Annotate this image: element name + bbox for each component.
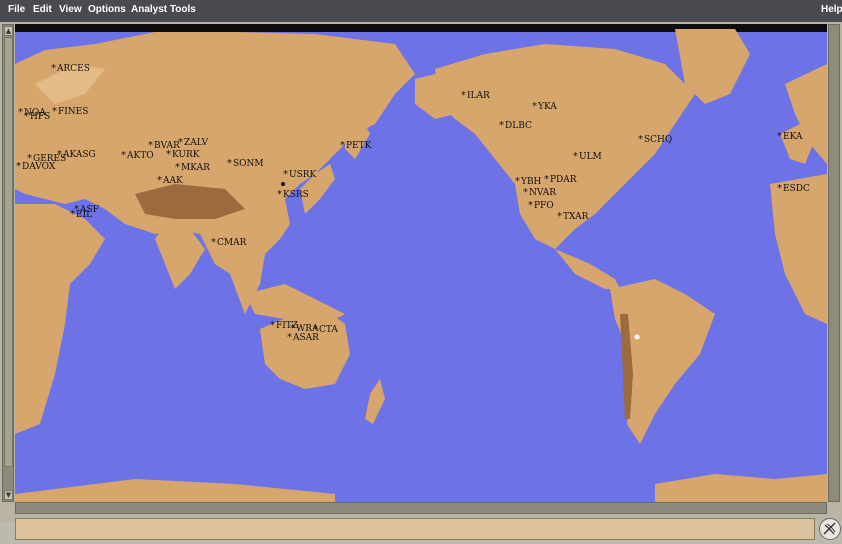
asterisk-icon: * [166, 149, 171, 160]
asterisk-icon: * [148, 140, 153, 151]
asterisk-icon: * [777, 131, 782, 142]
asterisk-icon: * [157, 175, 162, 186]
asterisk-icon: * [227, 158, 232, 169]
horizontal-scrollbar[interactable] [15, 502, 827, 514]
asterisk-icon: * [277, 189, 282, 200]
station-sonm[interactable]: *SONM [227, 159, 264, 169]
asterisk-icon: * [528, 200, 533, 211]
station-yka[interactable]: *YKA [532, 102, 557, 112]
station-arces[interactable]: *ARCES [51, 64, 90, 74]
menu-help[interactable]: Help [821, 4, 842, 15]
station-hfs[interactable]: *HFS [24, 112, 50, 122]
asterisk-icon: * [515, 176, 520, 187]
station-usrk[interactable]: *USRK [283, 170, 316, 180]
asterisk-icon: * [175, 162, 180, 173]
station-esdc[interactable]: *ESDC [777, 184, 810, 194]
vertical-scrollbar[interactable]: ▲ ▼ [2, 24, 14, 502]
asterisk-icon: * [638, 134, 643, 145]
station-eka[interactable]: *EKA [777, 132, 802, 142]
vertical-scroll-thumb[interactable] [4, 37, 13, 467]
satellite-dish-icon[interactable] [819, 518, 841, 540]
menu-view[interactable]: View [59, 4, 82, 15]
station-aak[interactable]: *AAK [157, 176, 183, 186]
station-txar[interactable]: *TXAR [557, 212, 588, 222]
station-petk[interactable]: *PETK [340, 141, 371, 151]
station-mkar[interactable]: *MKAR [175, 163, 210, 173]
station-schq[interactable]: *SCHQ [638, 135, 672, 145]
station-dlbc[interactable]: *DLBC [499, 121, 532, 131]
station-pfo[interactable]: *PFO [528, 201, 554, 211]
asterisk-icon: * [51, 63, 56, 74]
menu-edit[interactable]: Edit [33, 4, 52, 15]
station-ilar[interactable]: *ILAR [461, 91, 490, 101]
station-ulm[interactable]: *ULM [573, 152, 602, 162]
station-zalv[interactable]: *ZALV [178, 138, 208, 148]
station-fines[interactable]: *FINES [52, 107, 88, 117]
asterisk-icon: * [544, 174, 549, 185]
station-eil[interactable]: *EIL [70, 210, 92, 220]
asterisk-icon: * [287, 332, 292, 343]
status-bar [15, 518, 815, 540]
station-ksrs[interactable]: *KSRS [277, 190, 309, 200]
asterisk-icon: * [18, 107, 23, 118]
station-cmar[interactable]: *CMAR [211, 238, 246, 248]
menu-analyst-tools[interactable]: Analyst Tools [131, 4, 196, 15]
asterisk-icon: * [340, 140, 345, 151]
asterisk-icon: * [777, 183, 782, 194]
station-davox[interactable]: *DAVOX [16, 162, 55, 172]
scroll-down-arrow-icon[interactable]: ▼ [4, 490, 13, 500]
asterisk-icon: * [270, 320, 275, 331]
asterisk-icon: * [211, 237, 216, 248]
station-ybh[interactable]: *YBH [515, 177, 541, 187]
asterisk-icon: * [178, 137, 183, 148]
station-nvar[interactable]: *NVAR [523, 188, 556, 198]
asterisk-icon: * [24, 111, 29, 122]
station-pdar[interactable]: *PDAR [544, 175, 577, 185]
scroll-up-arrow-icon[interactable]: ▲ [4, 26, 13, 36]
asterisk-icon: * [461, 90, 466, 101]
asterisk-icon: * [573, 151, 578, 162]
asterisk-icon: * [16, 161, 21, 172]
asterisk-icon: * [121, 150, 126, 161]
world-map-graphic [15, 24, 827, 502]
menu-bar: File Edit View Options Analyst Tools Hel… [0, 0, 842, 23]
menu-options[interactable]: Options [88, 4, 126, 15]
asterisk-icon: * [523, 187, 528, 198]
station-asar[interactable]: *ASAR [287, 333, 319, 343]
right-scrollbar[interactable] [828, 24, 840, 502]
asterisk-icon: * [499, 120, 504, 131]
station-akto[interactable]: *AKTO [121, 151, 154, 161]
menu-file[interactable]: File [8, 4, 25, 15]
asterisk-icon: * [52, 106, 57, 117]
asterisk-icon: * [283, 169, 288, 180]
asterisk-icon: * [532, 101, 537, 112]
world-map[interactable]: *ARCES *NOA *HFS *FINES *AKASG *GERES *D… [15, 24, 827, 502]
asterisk-icon: * [557, 211, 562, 222]
asterisk-icon: * [70, 209, 75, 220]
station-kurk[interactable]: *KURK [166, 150, 200, 160]
